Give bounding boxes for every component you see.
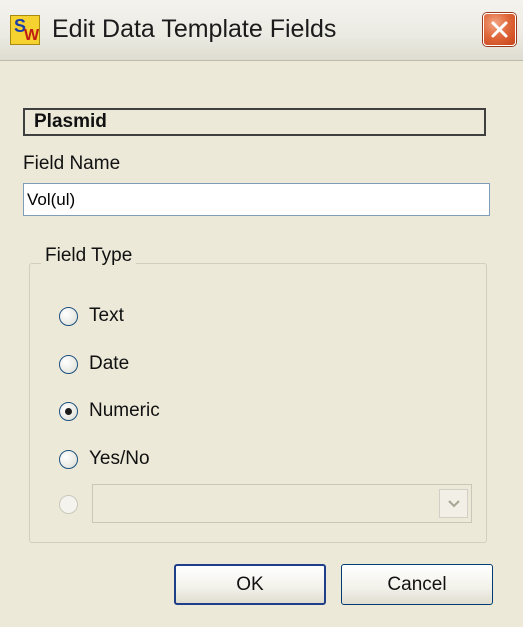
cancel-button[interactable]: Cancel [341, 564, 493, 605]
ok-button[interactable]: OK [174, 564, 326, 605]
window-title: Edit Data Template Fields [52, 15, 337, 43]
field-name-label: Field Name [23, 153, 121, 174]
template-name-display: Plasmid [23, 108, 486, 136]
radio-label-date: Date [89, 353, 130, 374]
radio-custom[interactable] [59, 491, 78, 517]
field-name-input[interactable] [23, 183, 490, 216]
field-type-label: Field Type [41, 245, 137, 267]
radio-date[interactable]: Date [59, 351, 129, 377]
close-button[interactable] [483, 13, 516, 46]
close-icon [491, 21, 508, 38]
radio-label-text: Text [89, 305, 124, 326]
dropdown-arrow-button[interactable] [439, 489, 468, 518]
radio-text[interactable]: Text [59, 303, 124, 329]
radio-button[interactable] [59, 354, 78, 374]
radio-label-numeric: Numeric [89, 400, 160, 421]
title-bar[interactable]: SW Edit Data Template Fields [0, 0, 523, 61]
chevron-down-icon [448, 500, 460, 508]
radio-label-yes-no: Yes/No [89, 448, 150, 469]
sw-app-icon[interactable]: SW [10, 15, 40, 45]
dialog-client-area: Plasmid Field Name Field Type Text Date … [0, 61, 523, 627]
radio-yes-no[interactable]: Yes/No [59, 446, 150, 472]
radio-button-selected[interactable] [59, 401, 78, 421]
custom-type-dropdown[interactable] [92, 484, 472, 523]
radio-numeric[interactable]: Numeric [59, 398, 160, 424]
radio-button-disabled[interactable] [59, 494, 78, 514]
radio-button[interactable] [59, 449, 78, 469]
radio-button[interactable] [59, 306, 78, 326]
